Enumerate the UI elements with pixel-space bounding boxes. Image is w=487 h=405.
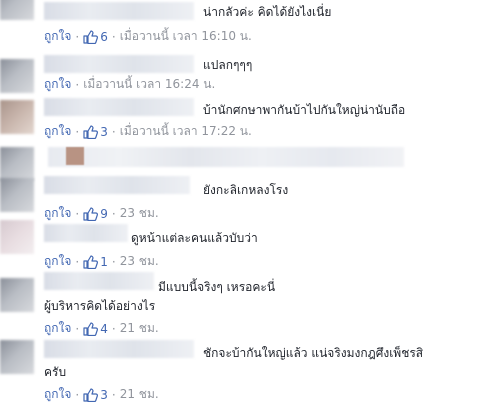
- like-link[interactable]: ถูกใจ: [44, 385, 71, 404]
- comment: น่ากลัวค่ะ คิดได้ยังไงเนี่ย ถูกใจ · 6 · …: [0, 0, 487, 46]
- like-link[interactable]: ถูกใจ: [44, 122, 71, 141]
- commenter-name[interactable]: [44, 176, 190, 194]
- like-count[interactable]: 3: [100, 388, 108, 402]
- comment: ชักจะบ้ากันใหญ่แล้ว แน่จริงมงกฎศึงเพ็ชรส…: [0, 338, 487, 405]
- like-count[interactable]: 3: [100, 125, 108, 139]
- avatar[interactable]: [0, 220, 34, 254]
- comment-text: น่ากลัวค่ะ คิดได้ยังไงเนี่ย: [203, 5, 332, 19]
- timestamp[interactable]: เมื่อวานนี้ เวลา 17:22 น.: [120, 122, 252, 141]
- timestamp[interactable]: เมื่อวานนี้ เวลา 16:24 น.: [83, 75, 215, 94]
- comment-text-continued: ผู้บริหารคิดได้อย่างไร: [44, 299, 156, 313]
- comment: แปลกๆๆๆ ถูกใจ · เมื่อวานนี้ เวลา 16:24 น…: [0, 55, 487, 101]
- like-link[interactable]: ถูกใจ: [44, 252, 71, 271]
- comment: ดูหน้าแต่ละคนแล้วบับว่า ถูกใจ · 1 · 23 ช…: [0, 220, 487, 269]
- commenter-name[interactable]: [44, 272, 154, 290]
- like-link[interactable]: ถูกใจ: [44, 319, 71, 338]
- comment: [0, 143, 487, 181]
- comment-text: มีแบบนี้จริงๆ เหรอคะนี่: [158, 280, 276, 294]
- comment: บ้านักศกษาพากันบ้าไปกันใหญ่น่านับถือ ถูก…: [0, 98, 487, 144]
- image-thumbnail[interactable]: [66, 147, 84, 165]
- thumbs-up-icon[interactable]: [83, 321, 99, 336]
- comment-meta: ถูกใจ · 1 · 23 ชม.: [44, 252, 159, 271]
- timestamp[interactable]: 21 ชม.: [120, 385, 159, 404]
- timestamp[interactable]: 21 ชม.: [120, 319, 159, 338]
- like-link[interactable]: ถูกใจ: [44, 75, 71, 94]
- like-link[interactable]: ถูกใจ: [44, 27, 71, 46]
- comment-meta: ถูกใจ · 4 · 21 ชม.: [44, 319, 159, 338]
- avatar[interactable]: [0, 178, 34, 212]
- comment-meta: ถูกใจ · 3 · 21 ชม.: [44, 385, 159, 404]
- comment-meta: ถูกใจ · 3 · เมื่อวานนี้ เวลา 17:22 น.: [44, 122, 252, 141]
- comment-text: แปลกๆๆๆ: [203, 58, 253, 72]
- commenter-name[interactable]: [44, 2, 194, 20]
- thumbs-up-icon[interactable]: [83, 254, 99, 269]
- like-count[interactable]: 9: [100, 207, 108, 221]
- hidden-content: [48, 147, 404, 167]
- thumbs-up-icon[interactable]: [83, 206, 99, 221]
- thumbs-up-icon[interactable]: [83, 387, 99, 402]
- thumbs-up-icon[interactable]: [83, 29, 99, 44]
- comment-meta: ถูกใจ · เมื่อวานนี้ เวลา 16:24 น.: [44, 75, 215, 94]
- commenter-name[interactable]: [44, 98, 194, 116]
- like-count[interactable]: 1: [100, 255, 108, 269]
- commenter-name[interactable]: [44, 340, 194, 358]
- timestamp[interactable]: 23 ชม.: [120, 252, 159, 271]
- avatar[interactable]: [0, 0, 34, 20]
- comment-text: ชักจะบ้ากันใหญ่แล้ว แน่จริงมงกฎศึงเพ็ชรส…: [203, 346, 424, 360]
- comment-text: ยังกะลิเกหลงโรง: [203, 183, 289, 197]
- thumbs-up-icon[interactable]: [83, 124, 99, 139]
- avatar[interactable]: [0, 59, 34, 93]
- comment-text: บ้านักศกษาพากันบ้าไปกันใหญ่น่านับถือ: [203, 103, 406, 117]
- commenter-name[interactable]: [44, 55, 194, 73]
- timestamp[interactable]: เมื่อวานนี้ เวลา 16:10 น.: [120, 27, 252, 46]
- comment-meta: ถูกใจ · 6 · เมื่อวานนี้ เวลา 16:10 น.: [44, 27, 252, 46]
- like-count[interactable]: 6: [100, 30, 108, 44]
- like-count[interactable]: 4: [100, 322, 108, 336]
- comment-text-continued: ครับ: [44, 365, 67, 379]
- comment: ยังกะลิเกหลงโรง ถูกใจ · 9 · 23 ชม.: [0, 176, 487, 222]
- commenter-name[interactable]: [44, 224, 128, 242]
- avatar[interactable]: [0, 278, 34, 312]
- comment: มีแบบนี้จริงๆ เหรอคะนี่ ผู้บริหารคิดได้อ…: [0, 270, 487, 340]
- avatar[interactable]: [0, 340, 34, 374]
- comment-text: ดูหน้าแต่ละคนแล้วบับว่า: [131, 231, 258, 245]
- avatar[interactable]: [0, 100, 34, 134]
